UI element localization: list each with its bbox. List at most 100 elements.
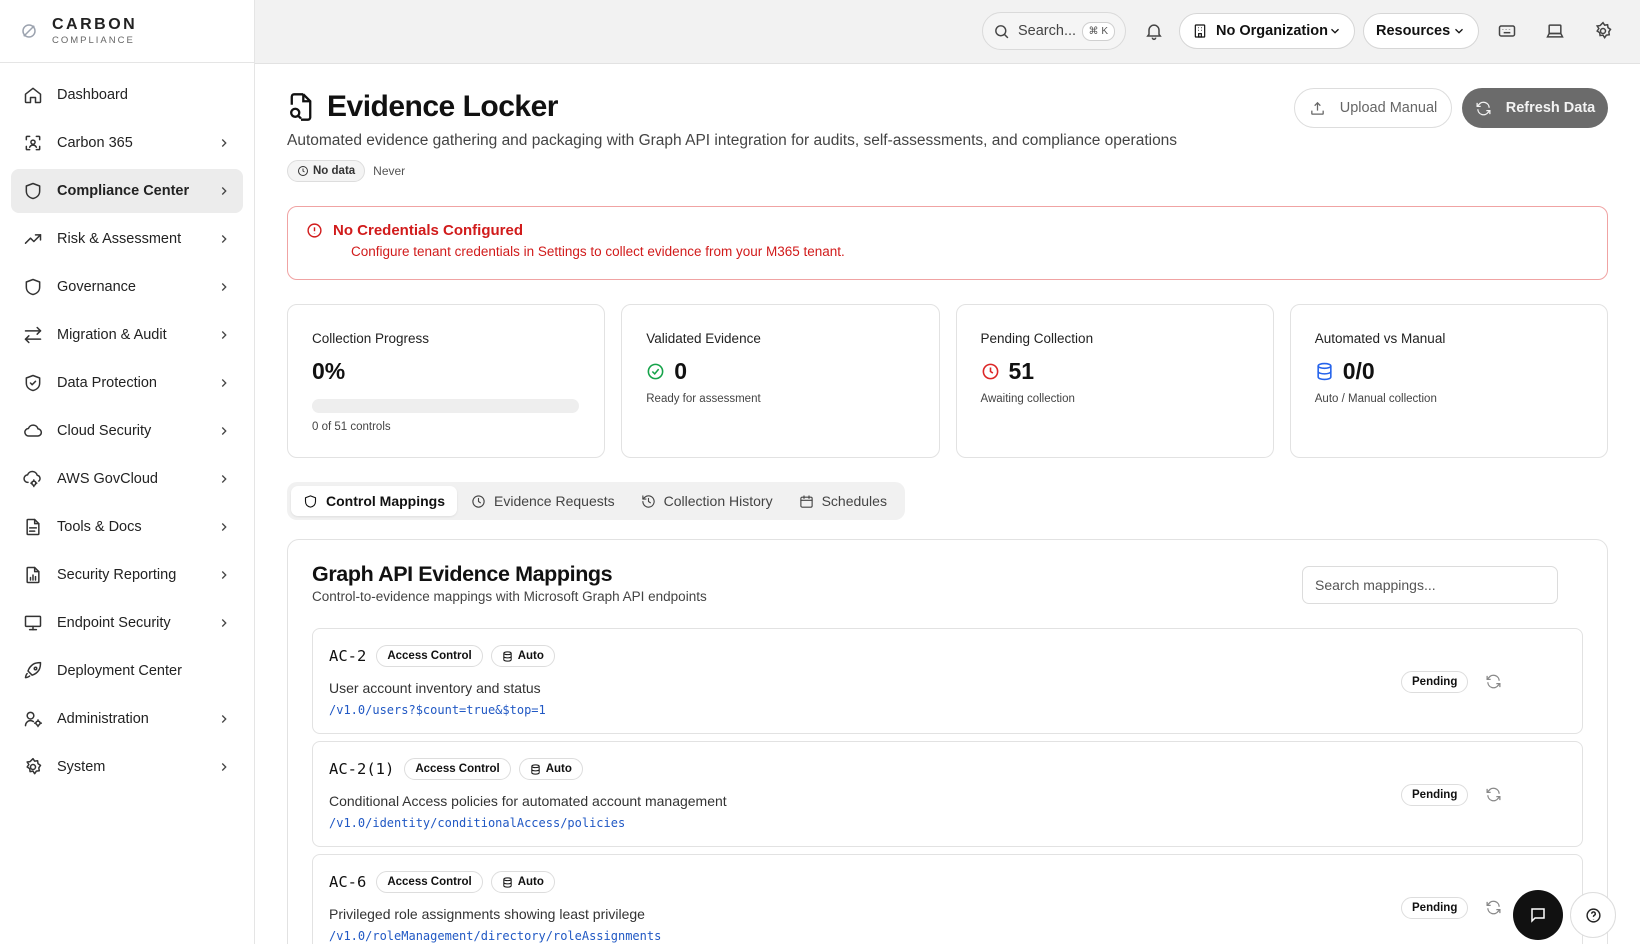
organization-selector[interactable]: No Organization [1179,13,1355,49]
control-family-badge: Access Control [404,758,511,780]
sidebar-item-carbon-365[interactable]: Carbon 365 [11,121,243,165]
refresh-icon[interactable] [1485,899,1502,916]
gear-icon[interactable] [1593,21,1613,41]
sidebar-item-label: Administration [57,711,149,727]
brand-name: CARBON [52,15,138,33]
stat-label: Collection Progress [312,331,430,346]
chat-button[interactable] [1513,890,1563,940]
tab-schedules[interactable]: Schedules [787,486,899,516]
organization-label: No Organization [1216,23,1328,39]
stat-label: Automated vs Manual [1314,331,1446,346]
chevron-down-icon [1331,28,1339,34]
chevron-right-icon [221,523,227,531]
help-button[interactable] [1570,892,1616,938]
credentials-alert: No Credentials Configured Configure tena… [287,206,1608,280]
collection-mode-label: Auto [517,650,544,662]
search-mappings-input[interactable] [1302,566,1558,604]
last-updated: Never [373,164,406,178]
sidebar-item-tools-and-docs[interactable]: Tools & Docs [11,505,243,549]
chevron-right-icon [221,283,227,291]
sidebar-item-cloud-security[interactable]: Cloud Security [11,409,243,453]
collection-mode-badge: Auto [490,871,555,893]
sidebar-item-label: Carbon 365 [57,135,133,151]
stat-value: 0/0 [1342,358,1375,384]
chevron-down-icon [1455,28,1463,34]
mapping-description: Privileged role assignments showing leas… [329,906,645,922]
graph-endpoint: /v1.0/users?$count=true&$top=1 [329,703,546,717]
cloud-cog-icon [23,470,41,488]
upload-manual-button[interactable]: Upload Manual [1294,88,1452,128]
help-circle-icon [1585,907,1601,923]
status-badge: Pending [1401,784,1469,806]
sidebar-item-data-protection[interactable]: Data Protection [11,361,243,405]
collection-mode-label: Auto [545,763,572,775]
tab-bar: Control Mappings Evidence Requests Collect… [287,482,905,520]
sidebar-item-label: System [57,759,106,775]
sidebar-item-risk-and-assessment[interactable]: Risk & Assessment [11,217,243,261]
chevron-right-icon [221,427,227,435]
main-content: Evidence Locker Automated evidence gathe… [255,64,1640,944]
mapping-row[interactable]: AC-2 Access Control Auto User account inven… [312,628,1583,734]
chevron-right-icon [221,331,227,339]
brand-logo-icon [22,24,36,38]
stat-subtext: Auto / Manual collection [1314,393,1437,405]
sidebar-item-migration-and-audit[interactable]: Migration & Audit [11,313,243,357]
page-title: Evidence Locker [327,90,558,123]
sidebar-item-administration[interactable]: Administration [11,697,243,741]
page-header: Evidence Locker Automated evidence gathe… [287,90,1177,182]
page-subtitle: Automated evidence gathering and packagi… [287,132,1178,149]
check-circle-icon [647,363,664,380]
brand[interactable]: CARBON COMPLIANCE [0,0,254,63]
tab-collection-history[interactable]: Collection History [629,486,785,516]
database-icon [1317,362,1332,381]
tab-control-mappings[interactable]: Control Mappings [291,486,457,516]
chevron-right-icon [221,715,227,723]
refresh-data-label: Refresh Data [1505,100,1596,116]
sidebar-item-aws-govcloud[interactable]: AWS GovCloud [11,457,243,501]
stat-subtext: Ready for assessment [646,393,761,405]
control-family-label: Access Control [415,763,500,775]
search-shortcut: ⌘ K [1081,21,1115,41]
sidebar-item-governance[interactable]: Governance [11,265,243,309]
sidebar-item-dashboard[interactable]: Dashboard [11,73,243,117]
sidebar-item-label: Data Protection [57,375,157,391]
laptop-icon[interactable] [1545,21,1565,41]
shield-icon [25,278,41,296]
control-family-label: Access Control [387,876,472,888]
monitor-icon [24,615,42,631]
control-id: AC-2 [329,647,367,665]
search-icon [995,24,1009,38]
chevron-right-icon [221,379,227,387]
data-status-label: No data [313,165,356,177]
sidebar-item-system[interactable]: System [11,745,243,789]
validated-evidence-card: Validated Evidence 0 Ready for assessmen… [621,304,940,458]
mapping-description: Conditional Access policies for automate… [329,793,727,809]
clock-icon [982,363,998,380]
sidebar-item-label: Tools & Docs [57,519,142,535]
control-family-label: Access Control [387,650,472,662]
sidebar-nav: Dashboard Carbon 365 Compliance Center Risk… [0,63,254,803]
mapping-row[interactable]: AC-2(1) Access Control Auto Conditional Acc… [312,741,1583,847]
chevron-right-icon [221,235,227,243]
stat-value: 0 [674,358,688,384]
bell-icon[interactable] [1144,21,1164,41]
home-icon [24,87,42,104]
tab-evidence-requests[interactable]: Evidence Requests [459,486,627,516]
resources-label: Resources [1376,23,1451,39]
sidebar-item-compliance-center[interactable]: Compliance Center [11,169,243,213]
refresh-icon[interactable] [1485,786,1502,803]
global-search-button[interactable]: Search... ⌘ K [982,12,1126,50]
resources-menu-button[interactable]: Resources [1363,13,1479,49]
graph-endpoint: /v1.0/roleManagement/directory/roleAssig… [329,929,662,943]
sidebar-item-deployment-center[interactable]: Deployment Center [11,649,243,693]
mapping-row[interactable]: AC-6 Access Control Auto Privileged role as… [312,854,1583,944]
sidebar-item-security-reporting[interactable]: Security Reporting [11,553,243,597]
control-id: AC-6 [329,873,367,891]
refresh-data-button[interactable]: Refresh Data [1462,88,1608,128]
chevron-right-icon [221,139,227,147]
keyboard-icon[interactable] [1497,21,1517,41]
tab-label: Collection History [663,493,773,509]
panel-description: Control-to-evidence mappings with Micros… [312,589,707,604]
sidebar-item-endpoint-security[interactable]: Endpoint Security [11,601,243,645]
refresh-icon[interactable] [1485,673,1502,690]
